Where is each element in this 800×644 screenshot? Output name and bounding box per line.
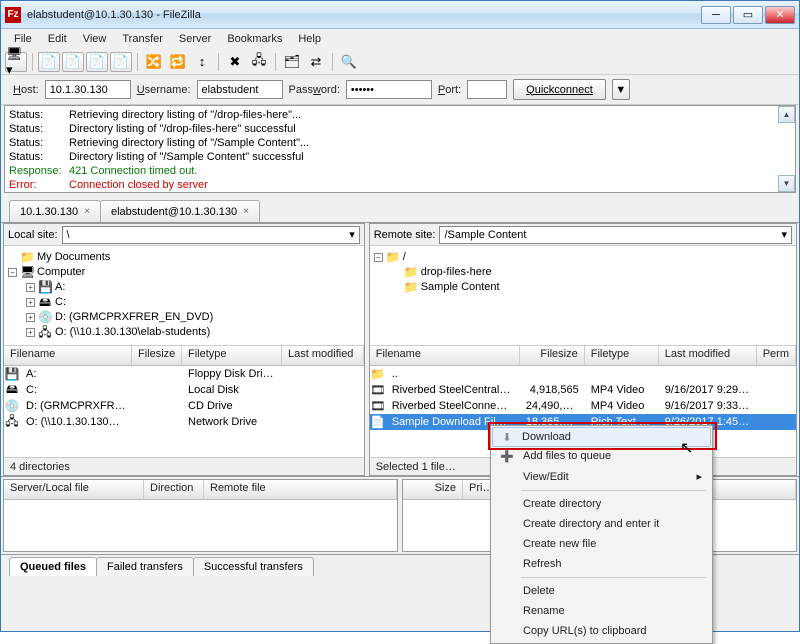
computer-icon: 🖥 (20, 265, 34, 280)
remote-list-header[interactable]: Filename Filesize Filetype Last modified… (370, 346, 796, 366)
expand-icon: + (26, 283, 35, 292)
connection-tabs: 10.1.30.130× elabstudent@10.1.30.130× (1, 196, 799, 222)
host-input[interactable] (45, 80, 131, 99)
expand-icon: + (26, 298, 35, 307)
window-title: elabstudent@10.1.30.130 - FileZilla (27, 9, 701, 21)
submenu-arrow-icon: ▸ (696, 470, 702, 483)
network-icon: 🖧 (38, 325, 52, 340)
list-item[interactable]: 🎞Riverbed SteelConne…24,490,814MP4 Video… (370, 398, 796, 414)
close-button[interactable]: ✕ (765, 6, 795, 24)
folder-icon: 📁 (404, 265, 418, 280)
download-icon: ⬇ (499, 431, 515, 444)
close-icon[interactable]: × (84, 206, 90, 217)
tb-filter-icon[interactable]: 🗂 (281, 52, 303, 72)
menu-view[interactable]: View (76, 31, 114, 47)
quickconnect-bar: Host: Username: Password: Port: Quickcon… (1, 75, 799, 105)
ctx-delete[interactable]: Delete (493, 581, 710, 601)
list-item[interactable]: 🎞Riverbed SteelCentral…4,918,565MP4 Vide… (370, 382, 796, 398)
tab-successful[interactable]: Successful transfers (193, 557, 314, 576)
collapse-icon: − (8, 268, 17, 277)
add-icon: ➕ (499, 450, 515, 463)
local-path-input[interactable]: \▾ (62, 226, 360, 244)
menu-bookmarks[interactable]: Bookmarks (220, 31, 289, 47)
tb-btn-7[interactable]: ↕ (191, 52, 213, 72)
tb-compare-icon[interactable]: ⇄ (305, 52, 327, 72)
tb-btn-5[interactable]: 🔀 (143, 52, 165, 72)
menubar: File Edit View Transfer Server Bookmarks… (1, 29, 799, 49)
local-pane: Local site: \▾ 📁My Documents −🖥Computer … (3, 223, 365, 476)
sitemanager-button[interactable]: 🖥▾ (5, 52, 27, 72)
collapse-icon: − (374, 253, 383, 262)
cd-icon: 💿 (38, 310, 52, 325)
app-icon: Fz (5, 7, 21, 23)
log-panel[interactable]: Status:Retrieving directory listing of "… (4, 105, 796, 193)
folder-icon: 📁 (20, 250, 34, 265)
quickconnect-dropdown[interactable]: ▼ (612, 79, 630, 100)
tb-btn-4[interactable]: 📄 (110, 52, 132, 72)
tb-btn-2[interactable]: 📄 (62, 52, 84, 72)
close-icon[interactable]: × (243, 206, 249, 217)
scroll-down-button[interactable]: ▼ (778, 175, 795, 192)
folder-icon: 📁 (386, 250, 400, 265)
local-site-label: Local site: (8, 229, 58, 241)
quickconnect-button[interactable]: Quickconnect (513, 79, 606, 100)
host-label: Host: (13, 84, 39, 96)
context-menu: ⬇Download ➕Add files to queue View/Edit▸… (490, 425, 713, 644)
port-input[interactable] (467, 80, 507, 99)
ctx-create-dir-enter[interactable]: Create directory and enter it (493, 514, 710, 534)
menu-edit[interactable]: Edit (41, 31, 74, 47)
ctx-refresh[interactable]: Refresh (493, 554, 710, 574)
menu-transfer[interactable]: Transfer (115, 31, 170, 47)
menu-help[interactable]: Help (291, 31, 328, 47)
ctx-create-dir[interactable]: Create directory (493, 494, 710, 514)
disk-icon: 🖴 (38, 295, 52, 310)
toolbar: 🖥▾ 📄 📄 📄 📄 🔀 🔁 ↕ ✖ 🖧 🗂 ⇄ 🔍 (1, 49, 799, 75)
tb-search-icon[interactable]: 🔍 (338, 52, 360, 72)
ctx-download[interactable]: ⬇Download (492, 427, 711, 447)
menu-server[interactable]: Server (172, 31, 218, 47)
local-status: 4 directories (4, 457, 364, 475)
username-label: Username: (137, 84, 191, 96)
tab-1[interactable]: 10.1.30.130× (9, 200, 101, 222)
list-item[interactable]: 📁.. (370, 366, 796, 382)
password-input[interactable] (346, 80, 432, 99)
remote-site-label: Remote site: (374, 229, 436, 241)
tb-btn-6[interactable]: 🔁 (167, 52, 189, 72)
chevron-down-icon: ▾ (781, 228, 787, 241)
ctx-copy-url[interactable]: Copy URL(s) to clipboard (493, 621, 710, 641)
ctx-rename[interactable]: Rename (493, 601, 710, 621)
tb-cancel-icon[interactable]: ✖ (224, 52, 246, 72)
expand-icon: + (26, 328, 35, 337)
maximize-button[interactable]: ▭ (733, 6, 763, 24)
list-item[interactable]: 💿D: (GRMCPRXFR…CD Drive (4, 398, 364, 414)
chevron-down-icon: ▾ (349, 228, 355, 241)
password-label: Password: (289, 84, 340, 96)
tb-btn-3[interactable]: 📄 (86, 52, 108, 72)
username-input[interactable] (197, 80, 283, 99)
list-item[interactable]: 🖧O: (\\10.1.30.130…Network Drive (4, 414, 364, 430)
port-label: Port: (438, 84, 461, 96)
ctx-view-edit[interactable]: View/Edit▸ (493, 466, 710, 487)
tb-reconnect-icon[interactable]: 🖧 (248, 52, 270, 72)
tab-failed[interactable]: Failed transfers (96, 557, 194, 576)
scroll-up-button[interactable]: ▲ (778, 106, 795, 123)
ctx-add-queue[interactable]: ➕Add files to queue (493, 446, 710, 466)
ctx-create-file[interactable]: Create new file (493, 534, 710, 554)
floppy-icon: 💾 (38, 280, 52, 295)
local-tree[interactable]: 📁My Documents −🖥Computer +💾A: +🖴C: +💿D: … (4, 246, 364, 346)
remote-path-input[interactable]: /Sample Content▾ (439, 226, 792, 244)
remote-tree[interactable]: −📁/ 📁drop-files-here 📁Sample Content (370, 246, 796, 346)
minimize-button[interactable]: ─ (701, 6, 731, 24)
expand-icon: + (26, 313, 35, 322)
tab-2[interactable]: elabstudent@10.1.30.130× (100, 200, 260, 222)
folder-icon: 📁 (404, 280, 418, 295)
list-item[interactable]: 🖴C:Local Disk (4, 382, 364, 398)
tab-queued[interactable]: Queued files (9, 557, 97, 576)
list-item[interactable]: 💾A:Floppy Disk Dri… (4, 366, 364, 382)
titlebar: Fz elabstudent@10.1.30.130 - FileZilla ─… (1, 1, 799, 29)
local-file-list[interactable]: 💾A:Floppy Disk Dri…🖴C:Local Disk💿D: (GRM… (4, 366, 364, 457)
tb-btn-1[interactable]: 📄 (38, 52, 60, 72)
local-list-header[interactable]: Filename Filesize Filetype Last modified (4, 346, 364, 366)
